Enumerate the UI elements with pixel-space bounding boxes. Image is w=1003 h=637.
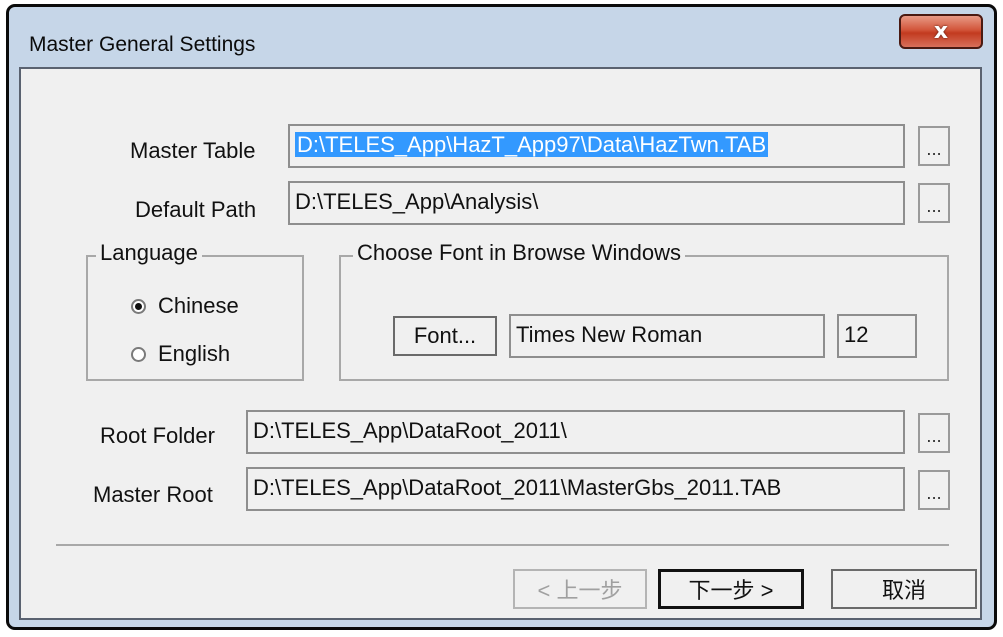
master-table-label: Master Table: [130, 138, 256, 163]
dialog-window: Master General Settings x Master Table D…: [6, 4, 997, 630]
language-option-chinese[interactable]: Chinese: [131, 293, 239, 319]
font-button[interactable]: Font...: [393, 316, 497, 356]
close-icon: x: [933, 19, 949, 44]
font-name-field: Times New Roman: [509, 314, 825, 358]
master-table-value: D:\TELES_App\HazT_App97\Data\HazTwn.TAB: [295, 132, 769, 157]
font-size-field: 12: [837, 314, 917, 358]
master-root-label: Master Root: [93, 482, 213, 507]
default-path-label: Default Path: [135, 197, 257, 222]
close-button[interactable]: x: [899, 14, 983, 49]
window-title: Master General Settings: [29, 33, 256, 56]
language-legend: Language: [96, 240, 202, 266]
root-folder-input[interactable]: D:\TELES_App\DataRoot_2011\: [246, 410, 905, 454]
next-button[interactable]: 下一步 >: [658, 569, 804, 609]
font-group: Choose Font in Browse Windows Font... Ti…: [339, 240, 949, 381]
language-option-english-label: English: [158, 341, 231, 366]
master-table-input[interactable]: D:\TELES_App\HazT_App97\Data\HazTwn.TAB: [288, 124, 905, 168]
default-path-input[interactable]: D:\TELES_App\Analysis\: [288, 181, 905, 225]
master-root-input[interactable]: D:\TELES_App\DataRoot_2011\MasterGbs_201…: [246, 467, 905, 511]
font-legend: Choose Font in Browse Windows: [353, 240, 686, 266]
radio-unchecked-icon[interactable]: [131, 346, 146, 362]
default-path-browse-button[interactable]: ...: [918, 183, 950, 223]
cancel-button[interactable]: 取消: [831, 569, 977, 609]
radio-checked-icon[interactable]: [131, 298, 146, 314]
master-root-browse-button[interactable]: ...: [918, 470, 950, 510]
language-option-chinese-label: Chinese: [158, 293, 239, 318]
back-button[interactable]: < 上一步: [513, 569, 647, 609]
language-option-english[interactable]: English: [131, 341, 230, 367]
language-group: Language Chinese English: [86, 240, 304, 381]
master-table-browse-button[interactable]: ...: [918, 126, 950, 166]
root-folder-browse-button[interactable]: ...: [918, 413, 950, 453]
root-folder-label: Root Folder: [100, 423, 215, 448]
dialog-client-area: Master Table D:\TELES_App\HazT_App97\Dat…: [19, 67, 982, 620]
title-bar[interactable]: Master General Settings x: [9, 7, 994, 71]
separator: [56, 544, 949, 546]
